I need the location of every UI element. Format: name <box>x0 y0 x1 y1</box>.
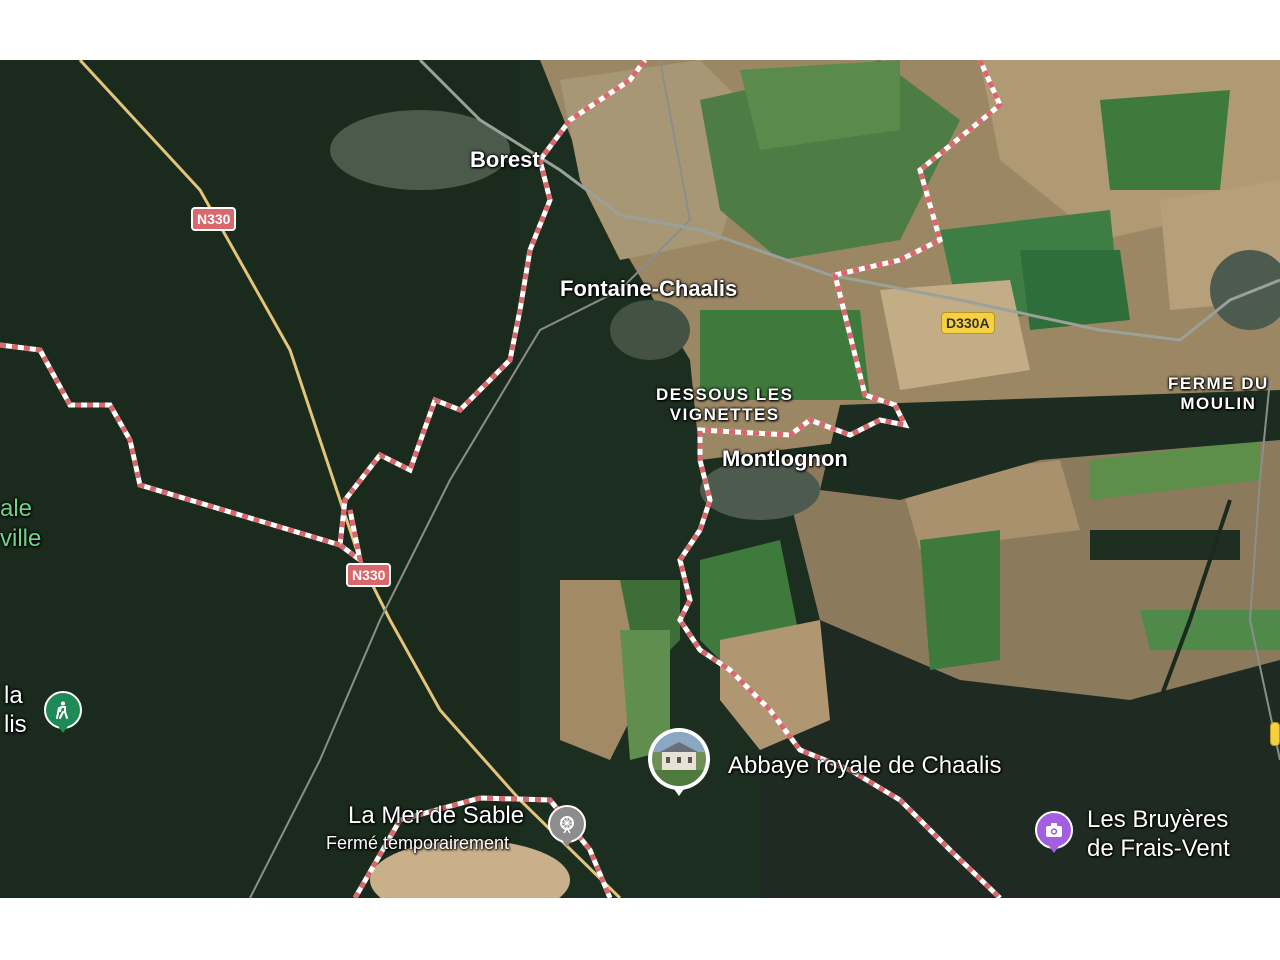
locality-label-ferme-du-moulin[interactable]: FERME DU MOULIN <box>1168 374 1269 415</box>
poi-label-abbaye[interactable]: Abbaye royale de Chaalis <box>728 752 1002 779</box>
edge-label-line-2: lis <box>4 710 27 738</box>
hiking-pin[interactable] <box>44 691 82 733</box>
poi-label-line-2: de Frais-Vent <box>1087 834 1230 862</box>
camera-icon <box>1046 823 1062 837</box>
map-imagery <box>0 60 1280 898</box>
locality-line-1: DESSOUS LES <box>656 385 794 404</box>
locality-line-2: MOULIN <box>1180 394 1257 414</box>
poi-status-closed: Fermé temporairement <box>326 833 510 853</box>
satellite-map[interactable]: N330 N330 D330A Borest Fontaine-Chaalis … <box>0 60 1280 898</box>
locality-line-1: FERME DU <box>1168 374 1269 393</box>
town-label-fontaine-chaalis[interactable]: Fontaine-Chaalis <box>560 276 737 301</box>
edge-label-line-1: ale <box>0 495 33 522</box>
road-shield-n330-top: N330 <box>191 207 237 231</box>
edge-label-poi[interactable]: la lis <box>4 682 27 740</box>
photo-spot-pin[interactable] <box>1035 811 1073 853</box>
town-label-borest[interactable]: Borest <box>470 147 540 172</box>
edge-label-line-2: ville <box>0 525 42 552</box>
poi-label-les-bruyeres[interactable]: Les Bruyères de Frais-Vent <box>1087 806 1230 864</box>
poi-label-la-mer-de-sable[interactable]: La Mer de Sable <box>348 802 524 829</box>
road-shield-n330-bottom: N330 <box>346 563 392 587</box>
locality-line-2: VIGNETTES <box>669 405 780 425</box>
abbaye-pin[interactable] <box>648 728 710 796</box>
theme-park-icon <box>560 816 574 834</box>
locality-label-dessous-les-vignettes[interactable]: DESSOUS LES VIGNETTES <box>656 385 793 426</box>
road-shield-partial <box>1270 722 1280 746</box>
poi-label-line-1: Les Bruyères <box>1087 806 1229 833</box>
road-shield-d330a: D330A <box>941 312 995 334</box>
hiking-icon <box>56 701 68 719</box>
edge-label-line-1: la <box>4 682 23 709</box>
theme-park-pin[interactable] <box>548 805 586 847</box>
edge-label-green[interactable]: ale ville <box>0 494 41 554</box>
town-label-montlognon[interactable]: Montlognon <box>722 446 848 471</box>
abbey-thumbnail <box>652 732 706 786</box>
